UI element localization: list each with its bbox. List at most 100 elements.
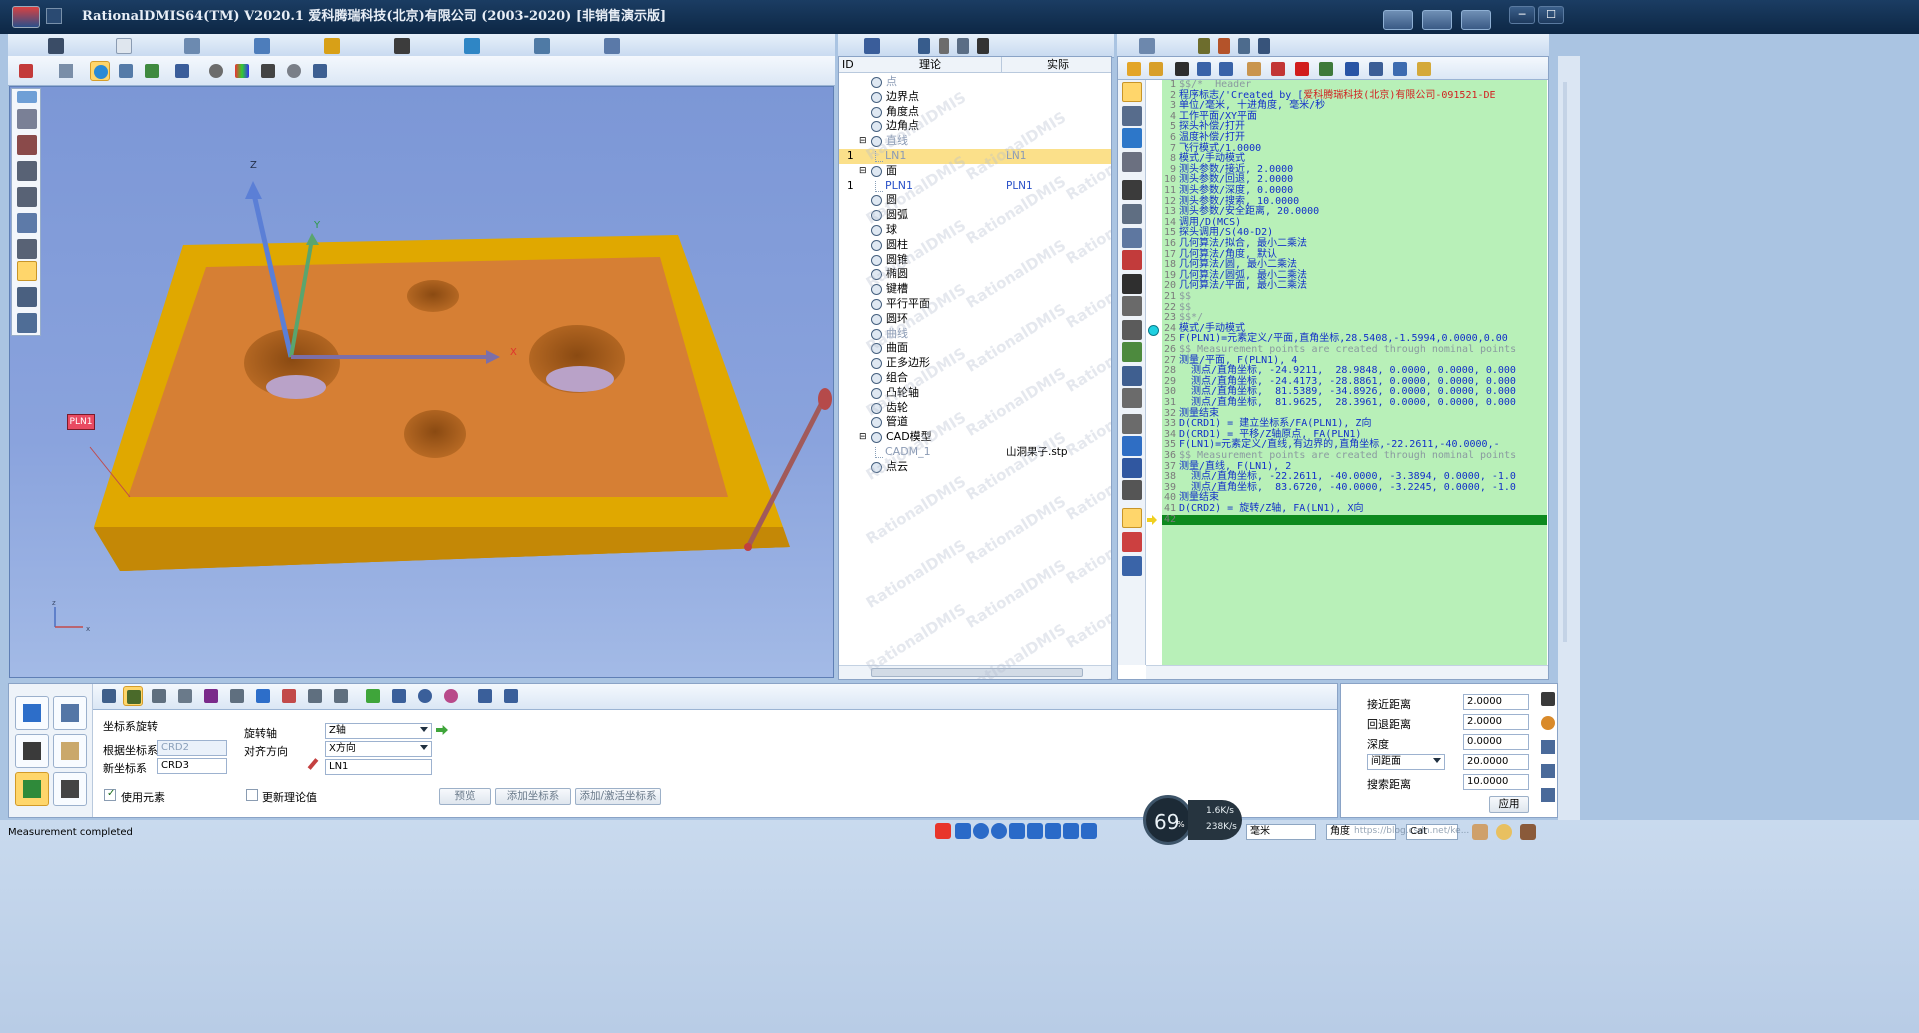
tree-row[interactable]: 点 <box>839 75 1111 90</box>
tab-graphics[interactable] <box>232 36 292 56</box>
probe-dark2-icon[interactable] <box>17 187 37 207</box>
program-pointer-icon[interactable] <box>1122 82 1142 102</box>
probe-red2-icon[interactable] <box>17 135 37 155</box>
apply-arrow-icon[interactable] <box>436 725 448 735</box>
settings-icon[interactable] <box>1461 10 1491 30</box>
tab-program[interactable] <box>1135 36 1159 56</box>
probe-param2-icon[interactable] <box>1541 740 1555 754</box>
mirror-icon[interactable] <box>1122 556 1142 576</box>
tree-row[interactable]: 角度点 <box>839 105 1111 120</box>
bookmark-icon[interactable] <box>1342 59 1362 79</box>
add-green-icon[interactable] <box>1122 342 1142 362</box>
code-line[interactable]: 21 $$ <box>1162 291 1547 303</box>
coord-map-icon[interactable] <box>475 686 495 706</box>
coord-3-2-1-icon[interactable] <box>175 686 195 706</box>
probe-param4-icon[interactable] <box>1541 788 1555 802</box>
tree-expander-icon[interactable]: ⊟ <box>859 430 867 444</box>
pause-icon[interactable] <box>1122 320 1142 340</box>
hand-icon[interactable] <box>1244 59 1264 79</box>
tab-filter[interactable] <box>936 36 952 56</box>
probe-head-icon[interactable] <box>1122 180 1142 200</box>
tab-tool1[interactable] <box>1195 36 1213 56</box>
copy-icon[interactable] <box>1122 480 1142 500</box>
code-line[interactable]: 39 测点/直角坐标, 83.6720, -40.0000, -3.2245, … <box>1162 482 1547 494</box>
unit-combo[interactable]: 毫米 <box>1246 824 1316 840</box>
tab-list[interactable] <box>954 36 972 56</box>
lens-icon[interactable] <box>284 61 304 81</box>
coord-t-icon[interactable] <box>305 686 325 706</box>
list-icon[interactable] <box>1366 59 1386 79</box>
code-line[interactable]: 20 几何算法/平面, 最小二乘法 <box>1162 281 1547 292</box>
coord-green-cube-icon[interactable] <box>363 686 383 706</box>
pln1-feature-label[interactable]: PLN1 <box>67 414 95 430</box>
tree-row[interactable]: 边界点 <box>839 90 1111 105</box>
coord-transform-icon[interactable] <box>501 686 521 706</box>
col-actual[interactable]: 实际 <box>1047 57 1069 72</box>
col-nominal[interactable]: 理论 <box>919 57 941 72</box>
cmm-category-icon[interactable] <box>53 734 87 768</box>
open-recent-icon[interactable] <box>1146 59 1166 79</box>
home-icon[interactable] <box>16 61 36 81</box>
ime-punct-icon[interactable] <box>973 823 989 839</box>
tree-row[interactable]: 边角点 <box>839 119 1111 134</box>
render-mode-icon[interactable] <box>232 61 252 81</box>
run-icon[interactable] <box>1122 274 1142 294</box>
apply-button[interactable]: 应用 <box>1489 796 1529 813</box>
coord-align-icon[interactable] <box>227 686 247 706</box>
maximize-button[interactable]: ☐ <box>1538 6 1564 24</box>
probe-red-icon[interactable] <box>17 109 37 129</box>
axis-triad-icon[interactable] <box>172 61 192 81</box>
eye-icon[interactable] <box>206 61 226 81</box>
code-line[interactable]: 31 测点/直角坐标, 81.9625, 28.3961, 0.0000, 0.… <box>1162 397 1547 409</box>
home2-icon[interactable] <box>1122 250 1142 270</box>
probe-calibrate-icon[interactable] <box>1122 106 1142 126</box>
coord-cube-icon[interactable] <box>253 686 273 706</box>
code-line[interactable]: 41 D(CRD2) = 旋转/Z轴, FA(LN1), X向 <box>1162 503 1547 515</box>
report-icon[interactable] <box>1122 508 1142 528</box>
code-text-area[interactable]: 1 $$/* Header 2 程序标志/'Created by [爱科腾瑞科技(北京… <box>1162 80 1547 665</box>
retract-field[interactable]: 2.0000 <box>1463 714 1529 730</box>
ime-shirt-icon[interactable] <box>1063 823 1079 839</box>
approach-field[interactable]: 2.0000 <box>1463 694 1529 710</box>
ime-emoji-icon[interactable] <box>991 823 1007 839</box>
comment-icon[interactable] <box>1390 59 1410 79</box>
open-folder-icon[interactable] <box>1124 59 1144 79</box>
app-logo-icon[interactable] <box>12 6 40 28</box>
status-tool3-icon[interactable] <box>1520 824 1536 840</box>
edit2-icon[interactable] <box>1122 414 1142 434</box>
probe-view-icon[interactable] <box>310 61 330 81</box>
axis-select[interactable]: Z轴 <box>325 723 432 739</box>
coord-points-icon[interactable] <box>441 686 461 706</box>
tools-icon[interactable] <box>1122 366 1142 386</box>
add-coord-button[interactable]: 添加坐标系 <box>495 788 571 805</box>
coord-axis-icon[interactable] <box>201 686 221 706</box>
select-pointer-icon[interactable] <box>56 61 76 81</box>
gear-icon[interactable] <box>1541 716 1555 730</box>
tab-camera[interactable] <box>512 36 572 56</box>
new-coord-field[interactable]: CRD3 <box>157 758 227 774</box>
ime-keyboard-icon[interactable] <box>1027 823 1043 839</box>
preview-button[interactable]: 预览 <box>439 788 491 805</box>
tab-features[interactable] <box>860 36 884 56</box>
workplane-icon[interactable] <box>1122 128 1142 148</box>
status-tool2-icon[interactable] <box>1496 824 1512 840</box>
coord-blue-icon[interactable] <box>389 686 409 706</box>
base-coord-field[interactable]: CRD2 <box>157 740 227 756</box>
ime-mic-icon[interactable] <box>1009 823 1025 839</box>
performance-gauge[interactable]: 69 % <box>1143 795 1193 845</box>
plane-category-icon[interactable] <box>53 696 87 730</box>
add-activate-coord-button[interactable]: 添加/激活坐标系 <box>575 788 661 805</box>
tab-tool4[interactable] <box>1255 36 1273 56</box>
list-red-icon[interactable] <box>1268 59 1288 79</box>
machine-connect-icon[interactable] <box>1383 10 1413 30</box>
ime-logo-icon[interactable] <box>935 823 951 839</box>
tab-color[interactable] <box>302 36 362 56</box>
coord-translate-icon[interactable] <box>149 686 169 706</box>
probe-active-icon[interactable] <box>17 261 37 281</box>
coord-m-icon[interactable] <box>279 686 299 706</box>
tab-tool3[interactable] <box>1235 36 1253 56</box>
tab-camera2[interactable] <box>974 36 992 56</box>
insert-icon[interactable] <box>1122 204 1142 224</box>
tree-expander-icon[interactable]: ⊟ <box>859 164 867 178</box>
tab-table[interactable] <box>162 36 222 56</box>
